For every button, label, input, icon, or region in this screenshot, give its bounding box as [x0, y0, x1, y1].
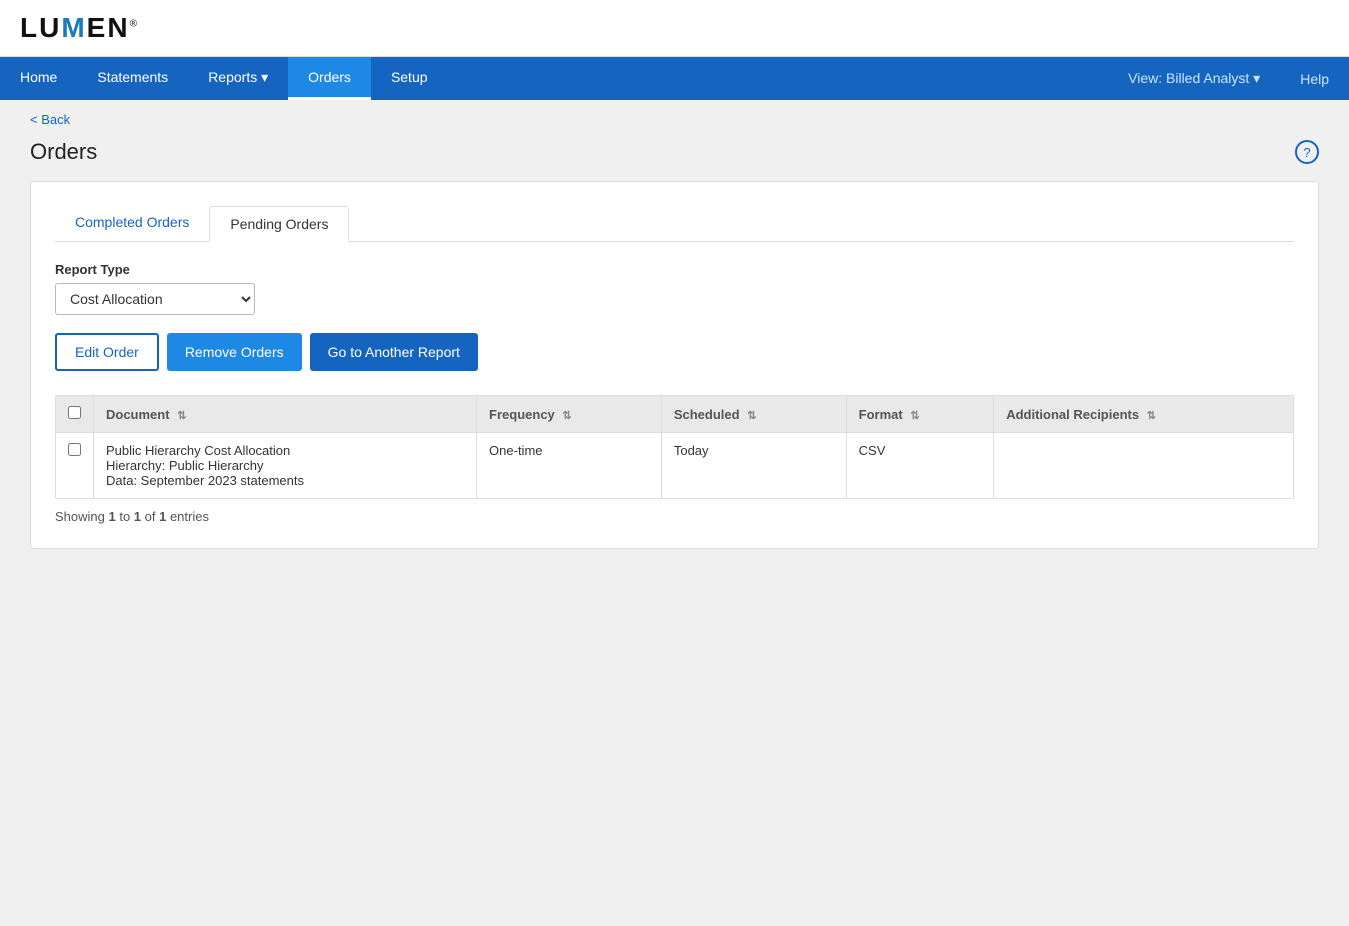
additional-recipients-sort-icon: ⇅ [1147, 409, 1156, 422]
report-type-select[interactable]: Cost Allocation Invoice Summary Usage De… [55, 283, 255, 315]
nav-item-help[interactable]: Help [1280, 59, 1349, 99]
help-icon[interactable]: ? [1295, 140, 1319, 164]
tab-completed-orders[interactable]: Completed Orders [55, 206, 209, 241]
col-select [56, 396, 94, 433]
document-line3: Data: September 2023 statements [106, 473, 464, 488]
frequency-sort-icon: ⇅ [562, 409, 571, 422]
document-cell: Public Hierarchy Cost Allocation Hierarc… [94, 433, 477, 499]
document-sort-icon: ⇅ [177, 409, 186, 422]
tabs: Completed Orders Pending Orders [55, 206, 1294, 242]
remove-orders-button[interactable]: Remove Orders [167, 333, 302, 371]
nav-item-view[interactable]: View: Billed Analyst ▾ [1108, 58, 1280, 99]
col-frequency: Frequency ⇅ [477, 396, 662, 433]
view-dropdown-icon: ▾ [1253, 70, 1260, 86]
action-buttons: Edit Order Remove Orders Go to Another R… [55, 333, 1294, 371]
nav-right: View: Billed Analyst ▾ Help [1108, 58, 1349, 99]
main-card: Completed Orders Pending Orders Report T… [30, 181, 1319, 549]
header: LUMEN® [0, 0, 1349, 57]
page-title-row: Orders ? [30, 139, 1319, 165]
nav-item-setup[interactable]: Setup [371, 57, 448, 100]
reports-dropdown-icon: ▾ [261, 69, 268, 85]
page-title: Orders [30, 139, 97, 165]
nav-bar: Home Statements Reports ▾ Orders Setup V… [0, 57, 1349, 100]
table-row: Public Hierarchy Cost Allocation Hierarc… [56, 433, 1293, 499]
go-to-another-report-button[interactable]: Go to Another Report [310, 333, 478, 371]
document-line1: Public Hierarchy Cost Allocation [106, 443, 464, 458]
report-type-group: Report Type Cost Allocation Invoice Summ… [55, 262, 1294, 315]
frequency-cell: One-time [477, 433, 662, 499]
scheduled-sort-icon: ⇅ [747, 409, 756, 422]
tab-pending-orders[interactable]: Pending Orders [209, 206, 349, 242]
document-line2: Hierarchy: Public Hierarchy [106, 458, 464, 473]
col-format: Format ⇅ [846, 396, 994, 433]
scheduled-cell: Today [661, 433, 846, 499]
back-link[interactable]: < Back [30, 100, 70, 139]
col-document: Document ⇅ [94, 396, 477, 433]
nav-left: Home Statements Reports ▾ Orders Setup [0, 57, 448, 100]
edit-order-button[interactable]: Edit Order [55, 333, 159, 371]
entries-info: Showing 1 to 1 of 1 entries [55, 509, 1294, 524]
row-checkbox[interactable] [68, 443, 81, 456]
report-type-label: Report Type [55, 262, 1294, 277]
nav-item-statements[interactable]: Statements [77, 57, 188, 100]
col-additional-recipients: Additional Recipients ⇅ [994, 396, 1293, 433]
orders-table: Document ⇅ Frequency ⇅ Scheduled ⇅ For [56, 396, 1293, 498]
nav-item-home[interactable]: Home [0, 57, 77, 100]
orders-table-wrapper: Document ⇅ Frequency ⇅ Scheduled ⇅ For [55, 395, 1294, 499]
nav-item-reports[interactable]: Reports ▾ [188, 57, 288, 100]
format-cell: CSV [846, 433, 994, 499]
logo: LUMEN® [20, 12, 1329, 44]
format-sort-icon: ⇅ [910, 409, 919, 422]
page-content: < Back Orders ? Completed Orders Pending… [0, 100, 1349, 880]
select-all-checkbox[interactable] [68, 406, 81, 419]
row-select-cell [56, 433, 94, 499]
col-scheduled: Scheduled ⇅ [661, 396, 846, 433]
nav-item-orders[interactable]: Orders [288, 57, 371, 100]
additional-recipients-cell [994, 433, 1293, 499]
table-header-row: Document ⇅ Frequency ⇅ Scheduled ⇅ For [56, 396, 1293, 433]
